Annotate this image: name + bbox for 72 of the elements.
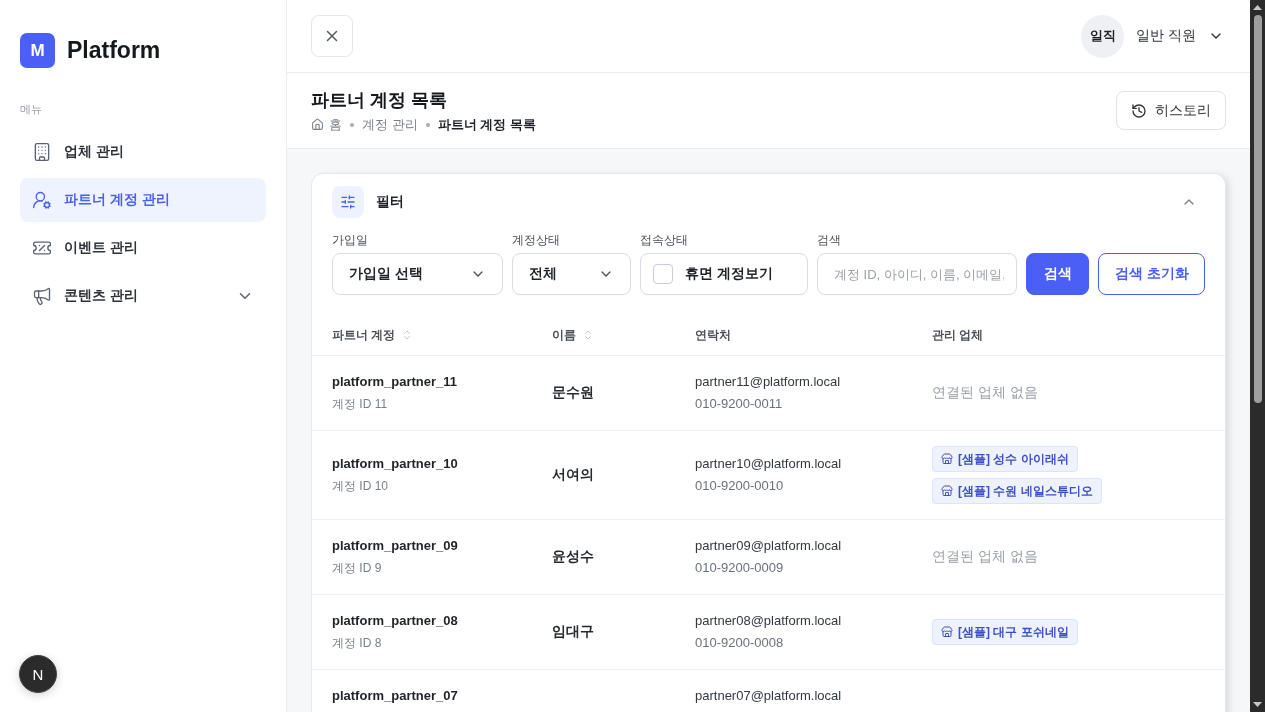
page-title: 파트너 계정 목록 <box>311 88 448 112</box>
store-icon <box>941 453 953 465</box>
menu-section-label: 메뉴 <box>20 103 43 116</box>
phone-text: 010-9200-0011 <box>695 395 783 413</box>
partner-name: 윤성수 <box>552 548 594 566</box>
account-name: platform_partner_08 <box>332 612 458 630</box>
field-label: 검색 <box>817 233 842 247</box>
email-text: partner07@platform.local <box>695 687 842 705</box>
breadcrumb-link[interactable]: 홈 <box>311 115 342 134</box>
select-field[interactable]: 전체 <box>512 253 631 295</box>
column-header[interactable]: 파트너 계정 <box>332 326 414 344</box>
account-id: 계정 ID 10 <box>332 478 388 495</box>
search-input[interactable]: 계정 ID, 아이디, 이름, 이메일, <box>817 253 1017 295</box>
megaphone-icon <box>32 286 52 306</box>
sidebar-item[interactable]: 업체 관리 <box>20 130 266 174</box>
home-icon <box>311 118 324 131</box>
account-id: 계정 ID 8 <box>332 635 382 652</box>
filter-title: 필터 <box>376 193 404 211</box>
phone-text: 010-9200-0009 <box>695 559 784 577</box>
dot-icon <box>350 122 354 127</box>
logo-tile: M <box>20 33 55 68</box>
store-icon <box>941 485 953 497</box>
account-name: platform_partner_07 <box>332 687 458 705</box>
account-name: platform_partner_11 <box>332 373 457 391</box>
account-name: platform_partner_09 <box>332 537 458 555</box>
company-tag: [샘플] 대구 포쉬네일 <box>932 619 1078 645</box>
column-header: 관리 업체 <box>932 326 984 344</box>
reset-button[interactable]: 검색 초기화 <box>1098 253 1205 295</box>
field-label: 계정상태 <box>512 233 561 247</box>
field-label: 접속상태 <box>640 233 689 247</box>
account-id: 계정 ID 11 <box>332 396 388 413</box>
column-header[interactable]: 이름 <box>552 326 594 344</box>
email-text: partner11@platform.local <box>695 373 841 391</box>
history-button[interactable]: 히스토리 <box>1116 91 1226 130</box>
search-button[interactable]: 검색 <box>1026 253 1090 295</box>
sidebar-item[interactable]: 이벤트 관리 <box>20 226 266 270</box>
partner-name: 임대구 <box>552 623 594 641</box>
email-text: partner08@platform.local <box>695 612 842 630</box>
account-id: 계정 ID 9 <box>332 560 382 577</box>
history-icon <box>1131 102 1147 119</box>
scroll-up-arrow-icon[interactable] <box>1253 5 1262 10</box>
select-field[interactable]: 가입일 선택 <box>332 253 503 295</box>
user-avatar: 일직 <box>1081 14 1125 58</box>
sidebar-item[interactable]: 콘텐츠 관리 <box>20 274 266 318</box>
user-settings-icon <box>32 190 52 210</box>
email-text: partner09@platform.local <box>695 537 842 555</box>
field-label: 가입일 <box>332 233 369 247</box>
partner-name: 서여의 <box>552 466 594 484</box>
dot-icon <box>425 122 430 127</box>
email-text: partner10@platform.local <box>695 455 842 473</box>
scrollbar-thumb[interactable] <box>1253 15 1262 403</box>
user-menu[interactable]: 일직 일반 직원 <box>1081 14 1224 58</box>
scroll-down-arrow-icon[interactable] <box>1253 702 1262 707</box>
phone-text: 010-9200-0010 <box>695 477 784 495</box>
company-tag: [샘플] 성수 아이래쉬 <box>932 446 1078 472</box>
partner-name: 문수원 <box>552 384 594 402</box>
checkbox-field[interactable]: 휴면 계정보기 <box>640 253 808 295</box>
sliders-icon <box>332 186 364 218</box>
breadcrumb-link[interactable]: 계정 관리 <box>362 115 418 134</box>
logo-text: Platform <box>67 37 161 64</box>
sidebar-item[interactable]: 파트너 계정 관리 <box>20 178 266 222</box>
breadcrumb-link[interactable]: 파트너 계정 목록 <box>437 115 536 134</box>
column-header: 연락처 <box>695 326 731 344</box>
building-icon <box>32 142 52 162</box>
phone-text: 010-9200-0008 <box>695 634 784 652</box>
no-company-text: 연결된 업체 없음 <box>932 548 1038 566</box>
dev-indicator-button[interactable]: N <box>19 655 57 693</box>
company-tag: [샘플] 수원 네일스튜디오 <box>932 478 1102 504</box>
checkbox[interactable] <box>653 264 673 284</box>
store-icon <box>941 626 953 638</box>
account-name: platform_partner_10 <box>332 455 458 473</box>
no-company-text: 연결된 업체 없음 <box>932 384 1038 402</box>
